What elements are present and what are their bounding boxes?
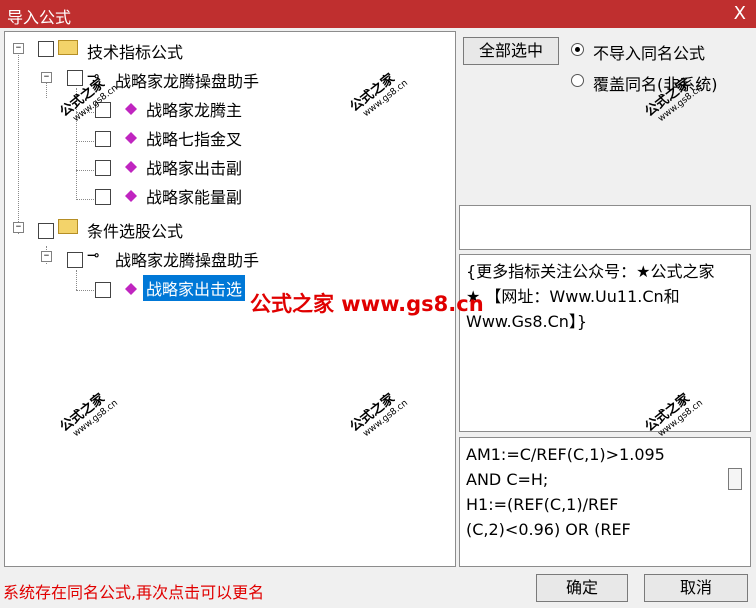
tree-node-group2[interactable]: − 条件选股公式 — [5, 215, 445, 241]
watermark-center: 公式之家 www.gs8.cn — [250, 292, 484, 316]
checkbox[interactable] — [95, 131, 111, 147]
status-message: 系统存在同名公式,再次点击可以更名 — [3, 583, 265, 602]
folder-icon — [58, 40, 78, 55]
select-all-button[interactable]: 全部选中 — [463, 37, 559, 65]
tree-node-label: 战略家龙腾操盘助手 — [115, 251, 260, 270]
key-icon: ⊸ — [87, 246, 100, 264]
tree-node-group1[interactable]: − 技术指标公式 — [5, 36, 445, 62]
title-bar: 导入公式 X — [0, 0, 756, 28]
formula-icon — [125, 161, 137, 173]
close-icon[interactable]: X — [734, 3, 746, 24]
description-text: {更多指标关注公众号：★公式之家★ 【网址：Www.Uu11.Cn和Www.Gs… — [466, 262, 715, 331]
checkbox[interactable] — [95, 160, 111, 176]
collapse-icon[interactable]: − — [41, 72, 52, 83]
tree-leaf-label: 战略七指金叉 — [146, 130, 243, 149]
collapse-icon[interactable]: − — [13, 222, 24, 233]
collapse-icon[interactable]: − — [13, 43, 24, 54]
tree-leaf-label: 战略家能量副 — [146, 188, 243, 207]
tree-node-subgroup2[interactable]: − ⊸ 战略家龙腾操盘助手 — [5, 244, 445, 270]
cancel-button[interactable]: 取消 — [644, 574, 748, 602]
folder-icon — [58, 219, 78, 234]
code-text: AM1:=C/REF(C,1)>1.095 AND C=H; H1:=(REF(… — [466, 445, 665, 539]
tree-node-label: 战略家龙腾操盘助手 — [115, 72, 260, 91]
checkbox[interactable] — [95, 189, 111, 205]
tree-node-label: 技术指标公式 — [87, 43, 184, 62]
checkbox[interactable] — [38, 41, 54, 57]
checkbox[interactable] — [95, 282, 111, 298]
radio-skip-duplicates[interactable] — [571, 43, 584, 56]
window-title: 导入公式 — [7, 8, 72, 27]
ok-button[interactable]: 确定 — [536, 574, 628, 602]
scrollbar-thumb[interactable] — [728, 468, 742, 490]
tree-leaf[interactable]: 战略七指金叉 — [5, 123, 445, 149]
tree-leaf[interactable]: 战略家出击副 — [5, 152, 445, 178]
tree-leaf[interactable]: 战略家能量副 — [5, 181, 445, 207]
tree-node-label: 条件选股公式 — [87, 222, 184, 241]
tree-leaf-label: 战略家出击副 — [146, 159, 243, 178]
tree-leaf-label: 战略家出击选 — [143, 275, 246, 301]
formula-icon — [125, 190, 137, 202]
tree-leaf-label: 战略家龙腾主 — [146, 101, 243, 120]
description-box: {更多指标关注公众号：★公式之家★ 【网址：Www.Uu11.Cn和Www.Gs… — [459, 254, 751, 432]
checkbox[interactable] — [38, 223, 54, 239]
empty-field[interactable] — [459, 205, 751, 250]
radio-label: 不导入同名公式 — [593, 44, 706, 63]
radio-overwrite[interactable] — [571, 74, 584, 87]
checkbox[interactable] — [67, 252, 83, 268]
collapse-icon[interactable]: − — [41, 251, 52, 262]
code-preview[interactable]: AM1:=C/REF(C,1)>1.095 AND C=H; H1:=(REF(… — [459, 437, 751, 567]
formula-icon — [125, 132, 137, 144]
formula-icon — [125, 283, 137, 295]
formula-icon — [125, 103, 137, 115]
